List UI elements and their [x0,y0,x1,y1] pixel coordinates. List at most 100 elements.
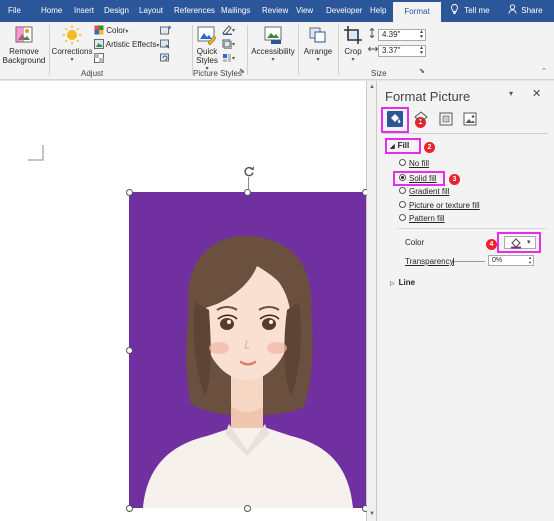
corrections-button[interactable]: Corrections ▾ [50,25,94,65]
tab-format[interactable]: Format [393,2,441,22]
fill-and-line-icon[interactable] [387,111,403,127]
quick-styles-button[interactable]: Quick Styles ▾ [194,25,220,74]
portrait-picture[interactable] [129,192,366,508]
collapse-ribbon-icon[interactable]: ⌃ [541,66,547,78]
size-launcher-icon[interactable]: ⬊ [419,66,425,78]
height-stepper[interactable]: 4.39" ▲ ▼ [378,29,426,41]
crop-icon [344,26,362,44]
pane-close-icon[interactable]: ✕ [532,87,541,100]
width-stepper[interactable]: 3.37" ▲ ▼ [378,45,426,57]
tab-help[interactable]: Help [370,0,386,22]
width-value: 3.37" [382,46,401,55]
height-value: 4.39" [382,30,401,39]
tell-me-label: Tell me [464,6,490,15]
line-section-label: Line [398,278,416,287]
transparency-icon [94,53,104,63]
line-section-header[interactable]: ▷ Line [390,278,415,287]
transparency-slider[interactable] [453,258,485,265]
corrections-label: Corrections [51,47,93,56]
pattern-fill-radio[interactable] [399,214,406,221]
picture-icon[interactable] [463,112,477,126]
tab-mailings[interactable]: Mailings [221,0,250,22]
rotate-handle-icon[interactable] [243,165,255,177]
gradient-fill-radio[interactable] [399,187,406,194]
share-label: Share [521,6,543,15]
ribbon: Remove Background Corrections ▾ Color▾ A [0,22,554,80]
picture-texture-fill-label[interactable]: Picture or texture fill [409,201,480,210]
line-expand-icon: ▷ [390,281,395,287]
arrange-button[interactable]: Arrange ▾ [300,25,336,65]
tab-review[interactable]: Review [262,0,288,22]
resize-handle-top[interactable] [244,189,251,196]
change-picture-icon [160,39,170,49]
resize-handle-bottom-left[interactable] [126,505,133,512]
crop-button[interactable]: Crop ▾ [340,25,366,65]
resize-handle-bottom[interactable] [244,505,251,512]
picture-texture-fill-radio[interactable] [399,201,406,208]
vertical-scrollbar[interactable]: ▲ ▼ [367,81,377,521]
svg-text:▾: ▾ [232,28,235,34]
pane-options-icon[interactable]: ▾ [509,89,513,98]
share-button[interactable]: Share [508,0,543,22]
layout-and-properties-icon[interactable] [439,112,453,126]
color-field-label: Color [405,238,425,247]
tab-file[interactable]: File [8,0,21,22]
accessibility-label: Accessibility [251,47,295,56]
picture-effects-button[interactable]: ▾ [222,39,236,53]
fill-color-button[interactable]: ▾ [504,236,536,249]
adjust-more-row[interactable] [94,53,104,65]
compress-pictures-button[interactable] [160,25,172,39]
color-swatch-icon [94,25,104,35]
pattern-fill-label[interactable]: Pattern fill [409,214,445,223]
step-badge-2: 2 [424,142,435,153]
no-fill-radio[interactable] [399,159,406,166]
paint-bucket-icon [511,238,521,249]
scroll-up-icon[interactable]: ▲ [369,84,375,90]
transparency-slider-thumb[interactable] [453,258,454,265]
transparency-input[interactable]: 0% ▲ ▼ [488,255,534,266]
tab-references[interactable]: References [174,0,215,22]
color-button[interactable]: Color▾ [94,25,128,38]
alt-text-icon [264,26,282,44]
rotate-handle-stem [248,177,249,190]
width-stepper-arrows[interactable]: ▲ ▼ [419,46,424,56]
height-stepper-arrows[interactable]: ▲ ▼ [419,30,424,40]
tab-insert[interactable]: Insert [74,0,94,22]
remove-background-button[interactable]: Remove Background [2,25,46,65]
scroll-down-icon[interactable]: ▼ [369,511,375,517]
effects-icon[interactable] [414,111,428,123]
picture-styles-launcher-icon[interactable]: ⬊ [239,66,245,78]
fill-section-header[interactable]: ◢ Fill [390,141,409,150]
tab-developer[interactable]: Developer [326,0,362,22]
tab-view[interactable]: View [296,0,313,22]
transparency-field-label: Transparency [405,257,454,266]
color-label: Color [106,26,126,35]
compress-pictures-icon [160,25,172,35]
accessibility-dropdown-icon: ▾ [271,57,275,63]
change-picture-button[interactable] [160,39,171,53]
adjust-group-label: Adjust [81,69,104,78]
accessibility-button[interactable]: Accessibility ▾ [250,25,296,65]
artistic-effects-button[interactable]: Artistic Effects▾ [94,39,159,52]
remove-background-label: Remove Background [2,47,46,65]
tab-home[interactable]: Home [41,0,62,22]
transparency-stepper-arrows[interactable]: ▲ ▼ [528,255,532,265]
tell-me-box[interactable]: Tell me [450,0,490,22]
picture-layout-button[interactable]: ▾ [222,53,236,67]
ribbon-tab-bar: File Home Insert Design Layout Reference… [0,0,554,22]
picture-border-button[interactable]: ▾ [222,25,236,39]
reset-picture-button[interactable] [160,53,171,67]
picture-layout-icon: ▾ [223,54,235,62]
tab-design[interactable]: Design [104,0,129,22]
quick-styles-icon [197,26,217,46]
artistic-effects-icon [94,39,104,49]
resize-handle-left[interactable] [126,347,133,354]
no-fill-label[interactable]: No fill [409,159,429,168]
gradient-fill-label[interactable]: Gradient fill [409,187,449,196]
solid-fill-label[interactable]: Solid fill [409,174,437,183]
solid-fill-radio[interactable] [399,174,406,181]
tab-layout[interactable]: Layout [139,0,163,22]
corrections-dropdown-icon: ▾ [70,57,74,63]
corrections-sun-icon [62,25,82,45]
resize-handle-top-left[interactable] [126,189,133,196]
